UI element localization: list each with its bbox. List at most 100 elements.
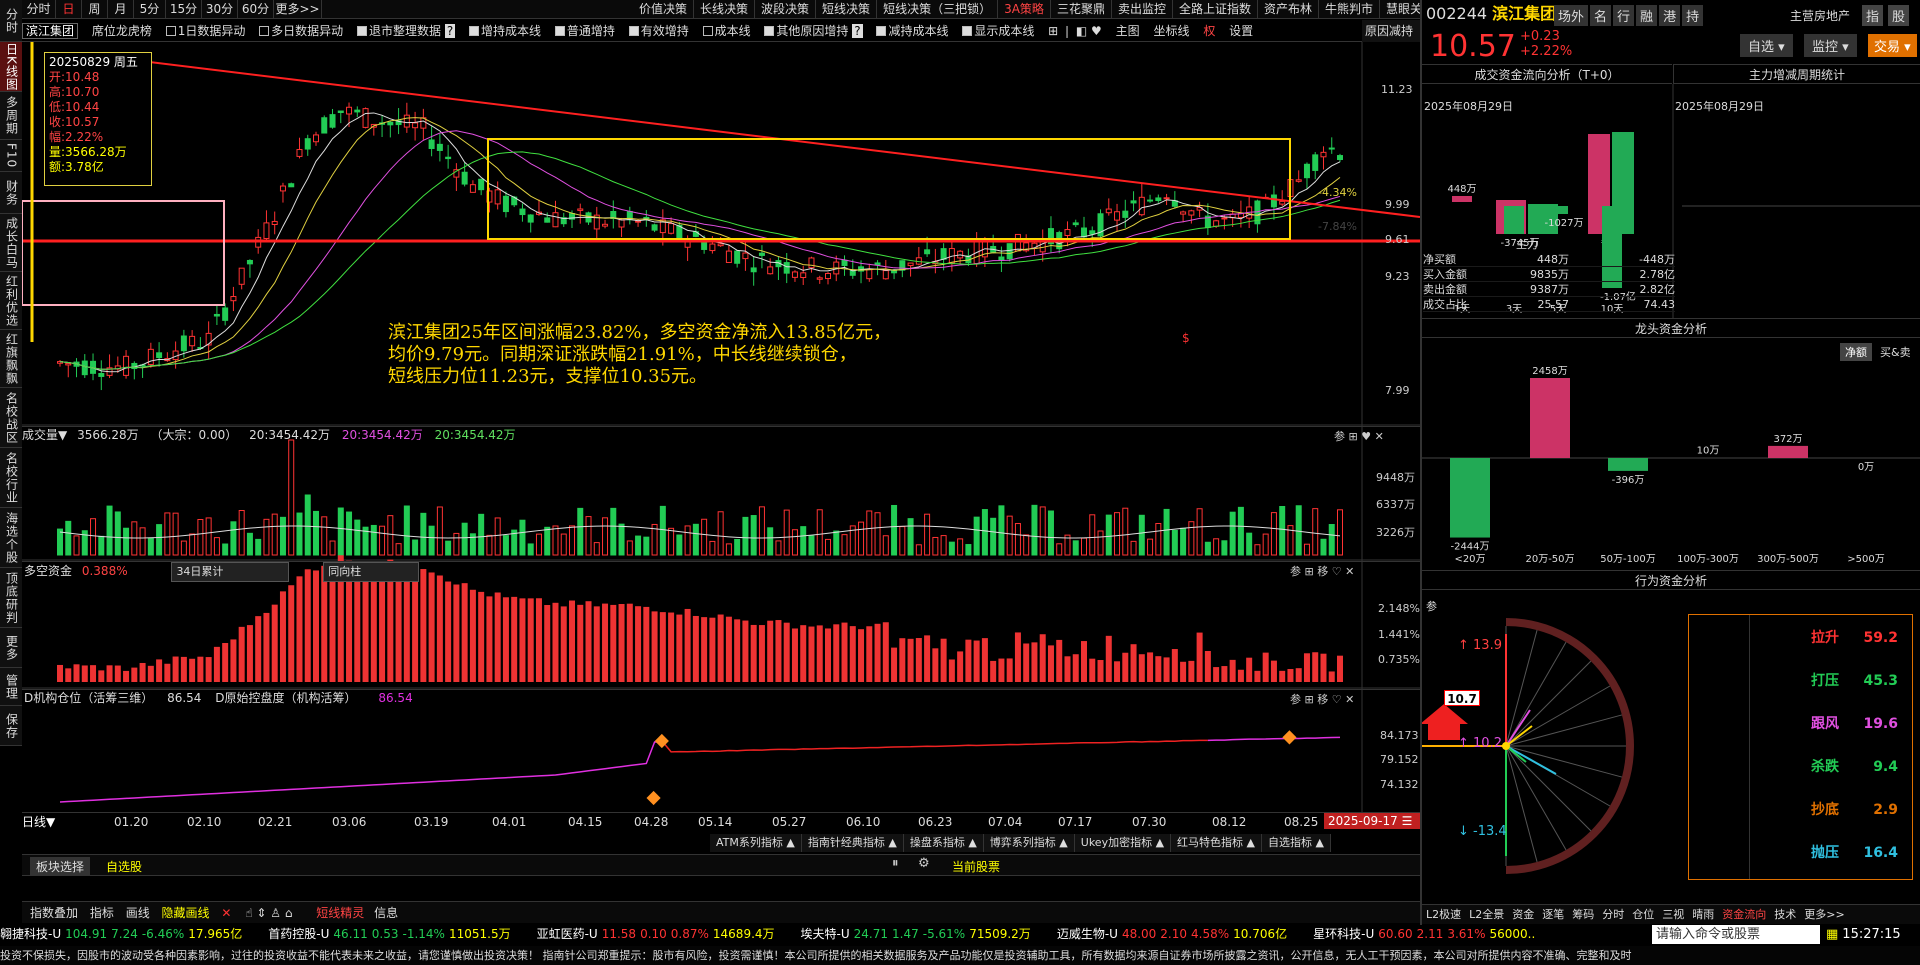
toolbar-icons[interactable]: ⊞ ❘ ◧ ♥ bbox=[1048, 24, 1102, 38]
option-1day[interactable]: 1日数据异动 bbox=[165, 24, 245, 38]
left-tab-5[interactable]: 成长白马 bbox=[0, 214, 22, 272]
trade-button[interactable]: 交易 ▾ bbox=[1868, 34, 1917, 57]
period-tab-3[interactable]: 月 bbox=[108, 0, 134, 19]
axis-button[interactable]: 坐标线 bbox=[1153, 24, 1189, 38]
menu-9[interactable]: 资产布林 bbox=[1258, 0, 1319, 19]
inst-title[interactable]: D机构仓位（活筹三维） bbox=[24, 691, 153, 705]
rights-button[interactable]: 权 bbox=[1203, 24, 1215, 38]
current-stock-tab[interactable]: 当前股票 bbox=[952, 858, 1000, 875]
menu-4[interactable]: 短线决策（三把锁） bbox=[877, 0, 999, 19]
analysis-tab-6[interactable]: 仓位 bbox=[1628, 905, 1658, 924]
menu-0[interactable]: 价值决策 bbox=[633, 0, 695, 19]
indicator-tab-5[interactable]: 红马特色指标 ▲ bbox=[1171, 834, 1263, 852]
net-tab[interactable]: 净额 bbox=[1840, 343, 1872, 361]
analysis-tab-9[interactable]: 资金流向 bbox=[1718, 905, 1770, 924]
analysis-tab-8[interactable]: 晴雨 bbox=[1688, 905, 1718, 924]
menu-5[interactable]: 3A策略 bbox=[998, 0, 1051, 19]
analysis-tab-1[interactable]: L2全景 bbox=[1465, 905, 1508, 924]
option-other-increase[interactable]: 其他原因增持 ? bbox=[764, 24, 863, 38]
left-tab-1[interactable]: 日K线图 bbox=[0, 42, 22, 92]
analysis-tab-7[interactable]: 三视 bbox=[1658, 905, 1688, 924]
menu-1[interactable]: 长线决策 bbox=[694, 0, 756, 19]
option-decrease-cost[interactable]: 减持成本线 bbox=[876, 24, 948, 38]
analysis-tab-10[interactable]: 技术 bbox=[1770, 905, 1800, 924]
buysell-tab[interactable]: 买&卖 bbox=[1880, 344, 1911, 360]
stock-tab-3[interactable]: 融 bbox=[1636, 5, 1658, 26]
analysis-tab-0[interactable]: L2极速 bbox=[1422, 905, 1465, 924]
info-tab[interactable]: 信息 bbox=[374, 906, 398, 920]
menu-8[interactable]: 全路上证指数 bbox=[1173, 0, 1258, 19]
accum-select[interactable]: 34日累计 bbox=[171, 562, 290, 582]
period-tab-1[interactable]: 日 bbox=[56, 0, 82, 19]
kline-chart[interactable]: $ bbox=[22, 42, 1420, 852]
menu-6[interactable]: 三花聚鼎 bbox=[1051, 0, 1112, 19]
indicator-button[interactable]: 指标 bbox=[90, 906, 114, 920]
option-cost-line[interactable]: 成本线 bbox=[702, 24, 751, 38]
option-show-cost[interactable]: 显示成本线 bbox=[962, 24, 1034, 38]
watchlist-tab[interactable]: 自选股 bbox=[106, 858, 142, 875]
indicator-tab-3[interactable]: 博弈系列指标 ▲ bbox=[983, 834, 1075, 852]
panel-icons[interactable]: 参 ⊞ 移 ♡ ✕ bbox=[1290, 691, 1354, 707]
index-overlay-button[interactable]: 指数叠加 bbox=[30, 906, 78, 920]
bar-mode-select[interactable]: 同向柱 bbox=[323, 562, 420, 582]
ticker-item-0[interactable]: 翱捷科技-U 104.91 7.24 -6.46% 17.965亿 bbox=[0, 927, 242, 941]
period-tab-6[interactable]: 30分 bbox=[202, 0, 238, 19]
pointer-icon[interactable]: ☝ ⇕ ♙ ⌂ bbox=[245, 906, 292, 920]
close-icon[interactable]: ✕ bbox=[221, 906, 231, 920]
stock-button[interactable]: 股 bbox=[1888, 5, 1910, 26]
block-select-button[interactable]: 板块选择 bbox=[30, 857, 91, 876]
indicator-tab-0[interactable]: ATM系列指标 ▲ bbox=[710, 834, 802, 852]
left-tab-12[interactable]: 更多 bbox=[0, 628, 22, 668]
analysis-tab-2[interactable]: 资金 bbox=[1508, 905, 1538, 924]
ticker-item-3[interactable]: 埃夫特-U 24.71 1.47 -5.61% 71509.2万 bbox=[801, 927, 1031, 941]
ticker-item-1[interactable]: 首药控股-U 46.11 0.53 -1.14% 11051.5万 bbox=[268, 927, 510, 941]
pause-icon[interactable]: ⏸ bbox=[892, 856, 899, 871]
analysis-tab-4[interactable]: 筹码 bbox=[1568, 905, 1598, 924]
rank-link[interactable]: 席位龙虎榜 bbox=[92, 24, 152, 38]
period-tab-8[interactable]: 更多>> bbox=[274, 0, 322, 19]
left-tab-0[interactable]: 分时 bbox=[0, 0, 22, 42]
option-valid-increase[interactable]: 有效增持 bbox=[628, 24, 689, 38]
watchlist-button[interactable]: 自选 ▾ bbox=[1740, 34, 1793, 57]
period-tab-5[interactable]: 15分 bbox=[166, 0, 202, 19]
stock-tab-1[interactable]: 名 bbox=[1590, 5, 1612, 26]
menu-2[interactable]: 波段决策 bbox=[755, 0, 817, 19]
analysis-tab-5[interactable]: 分时 bbox=[1598, 905, 1628, 924]
menu-3[interactable]: 短线决策 bbox=[816, 0, 878, 19]
command-input[interactable]: 请输入命令或股票 bbox=[1652, 925, 1820, 944]
stock-tab-4[interactable]: 港 bbox=[1659, 5, 1681, 26]
gear-icon[interactable]: ⚙ bbox=[918, 856, 930, 871]
analysis-tab-11[interactable]: 更多>> bbox=[1800, 905, 1848, 924]
volume-title[interactable]: 成交量▼ bbox=[22, 428, 67, 442]
left-tab-6[interactable]: 红利优选 bbox=[0, 272, 22, 330]
option-increase-cost[interactable]: 增持成本线 bbox=[469, 24, 541, 38]
short-sprite-tab[interactable]: 短线精灵 bbox=[316, 906, 364, 920]
option-delist[interactable]: 退市整理数据 ? bbox=[357, 24, 456, 38]
period-tab-2[interactable]: 周 bbox=[82, 0, 108, 19]
option-multiday[interactable]: 多日数据异动 bbox=[259, 24, 343, 38]
ticker-item-2[interactable]: 亚虹医药-U 11.58 0.10 0.87% 14689.4万 bbox=[537, 927, 775, 941]
stock-tab-2[interactable]: 行 bbox=[1613, 5, 1635, 26]
indicator-tab-4[interactable]: Ukey加密指标 ▲ bbox=[1074, 834, 1172, 852]
left-tab-11[interactable]: 顶底研判 bbox=[0, 568, 22, 628]
ticker-item-4[interactable]: 迈威生物-U 48.00 2.10 4.58% 10.706亿 bbox=[1057, 927, 1287, 941]
left-tab-2[interactable]: 多周期 bbox=[0, 92, 22, 140]
period-tab-7[interactable]: 60分 bbox=[238, 0, 274, 19]
indicator-tab-1[interactable]: 指南针经典指标 ▲ bbox=[801, 834, 904, 852]
settings-button[interactable]: 设置 bbox=[1229, 24, 1253, 38]
index-button[interactable]: 指 bbox=[1862, 5, 1884, 26]
date-tick-0[interactable]: 日线▼ bbox=[22, 813, 55, 831]
indicator-tab-6[interactable]: 自选指标 ▲ bbox=[1262, 834, 1331, 852]
longshort-title[interactable]: 多空资金 bbox=[24, 564, 72, 578]
period-tab-0[interactable]: 分时 bbox=[22, 0, 56, 19]
ticker-item-5[interactable]: 星环科技-U 60.60 2.11 3.61% 56000.. bbox=[1313, 927, 1535, 941]
left-tab-8[interactable]: 名校战区 bbox=[0, 388, 22, 448]
monitor-button[interactable]: 监控 ▾ bbox=[1804, 34, 1857, 57]
panel-icons[interactable]: 参 ⊞ ♥ ✕ bbox=[1334, 428, 1384, 444]
stock-tab-5[interactable]: 持 bbox=[1682, 5, 1704, 26]
left-tab-14[interactable]: 保存 bbox=[0, 706, 22, 746]
stock-name-tag[interactable]: 滨江集团 bbox=[22, 23, 79, 39]
left-tab-4[interactable]: 财务 bbox=[0, 172, 22, 214]
menu-10[interactable]: 牛熊判市 bbox=[1319, 0, 1381, 19]
reason-decrease-tab[interactable]: 原因减持 bbox=[1362, 20, 1420, 42]
